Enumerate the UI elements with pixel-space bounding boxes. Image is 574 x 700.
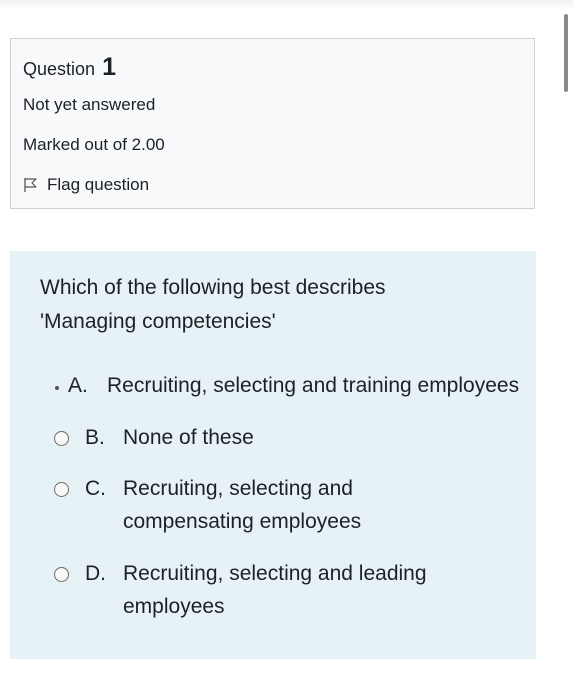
question-label: Question (23, 59, 96, 79)
question-number-value: 1 (102, 53, 116, 81)
option-c-text-line-2: compensating employees (123, 510, 362, 533)
answer-option-c[interactable]: C. Recruiting, selecting and compensatin… (10, 472, 536, 540)
option-c-radio[interactable] (54, 482, 69, 497)
question-text: Which of the following best describes 'M… (40, 271, 480, 339)
top-shadow (0, 0, 574, 10)
question-text-line-1: Which of the following best describes (40, 276, 386, 299)
flag-icon (24, 178, 37, 192)
option-b-radio[interactable] (54, 431, 69, 446)
question-grade: Marked out of 2.00 (23, 135, 165, 154)
option-d-text: Recruiting, selecting and leading employ… (123, 557, 427, 623)
option-a-selected-dot (55, 386, 59, 390)
option-a-letter: A. (68, 374, 88, 397)
question-text-line-2: 'Managing competencies' (40, 310, 276, 333)
option-a-text: Recruiting, selecting and training emplo… (107, 374, 520, 397)
option-b-letter: B. (85, 426, 105, 449)
option-d-radio[interactable] (54, 567, 69, 582)
scrollbar[interactable] (564, 14, 568, 92)
flag-question-link[interactable]: Flag question (23, 175, 149, 195)
answer-option-a[interactable]: A. Recruiting, selecting and training em… (10, 369, 574, 403)
question-number: Question 1 (23, 53, 116, 82)
option-c-text: Recruiting, selecting and compensating e… (123, 472, 361, 538)
question-state: Not yet answered (23, 95, 156, 114)
option-c-text-line-1: Recruiting, selecting and (123, 477, 353, 500)
answer-option-b[interactable]: B. None of these (10, 421, 536, 455)
option-b-text: None of these (123, 426, 254, 449)
option-d-text-line-1: Recruiting, selecting and leading (123, 562, 427, 585)
question-formulation: Which of the following best describes 'M… (10, 251, 536, 659)
option-d-text-line-2: employees (123, 595, 225, 618)
option-d-letter: D. (85, 562, 106, 585)
flag-question-label: Flag question (47, 175, 150, 194)
question-info-panel: Question 1 Not yet answered Marked out o… (10, 38, 535, 209)
option-c-letter: C. (85, 477, 106, 500)
answer-option-d[interactable]: D. Recruiting, selecting and leading emp… (10, 557, 536, 625)
